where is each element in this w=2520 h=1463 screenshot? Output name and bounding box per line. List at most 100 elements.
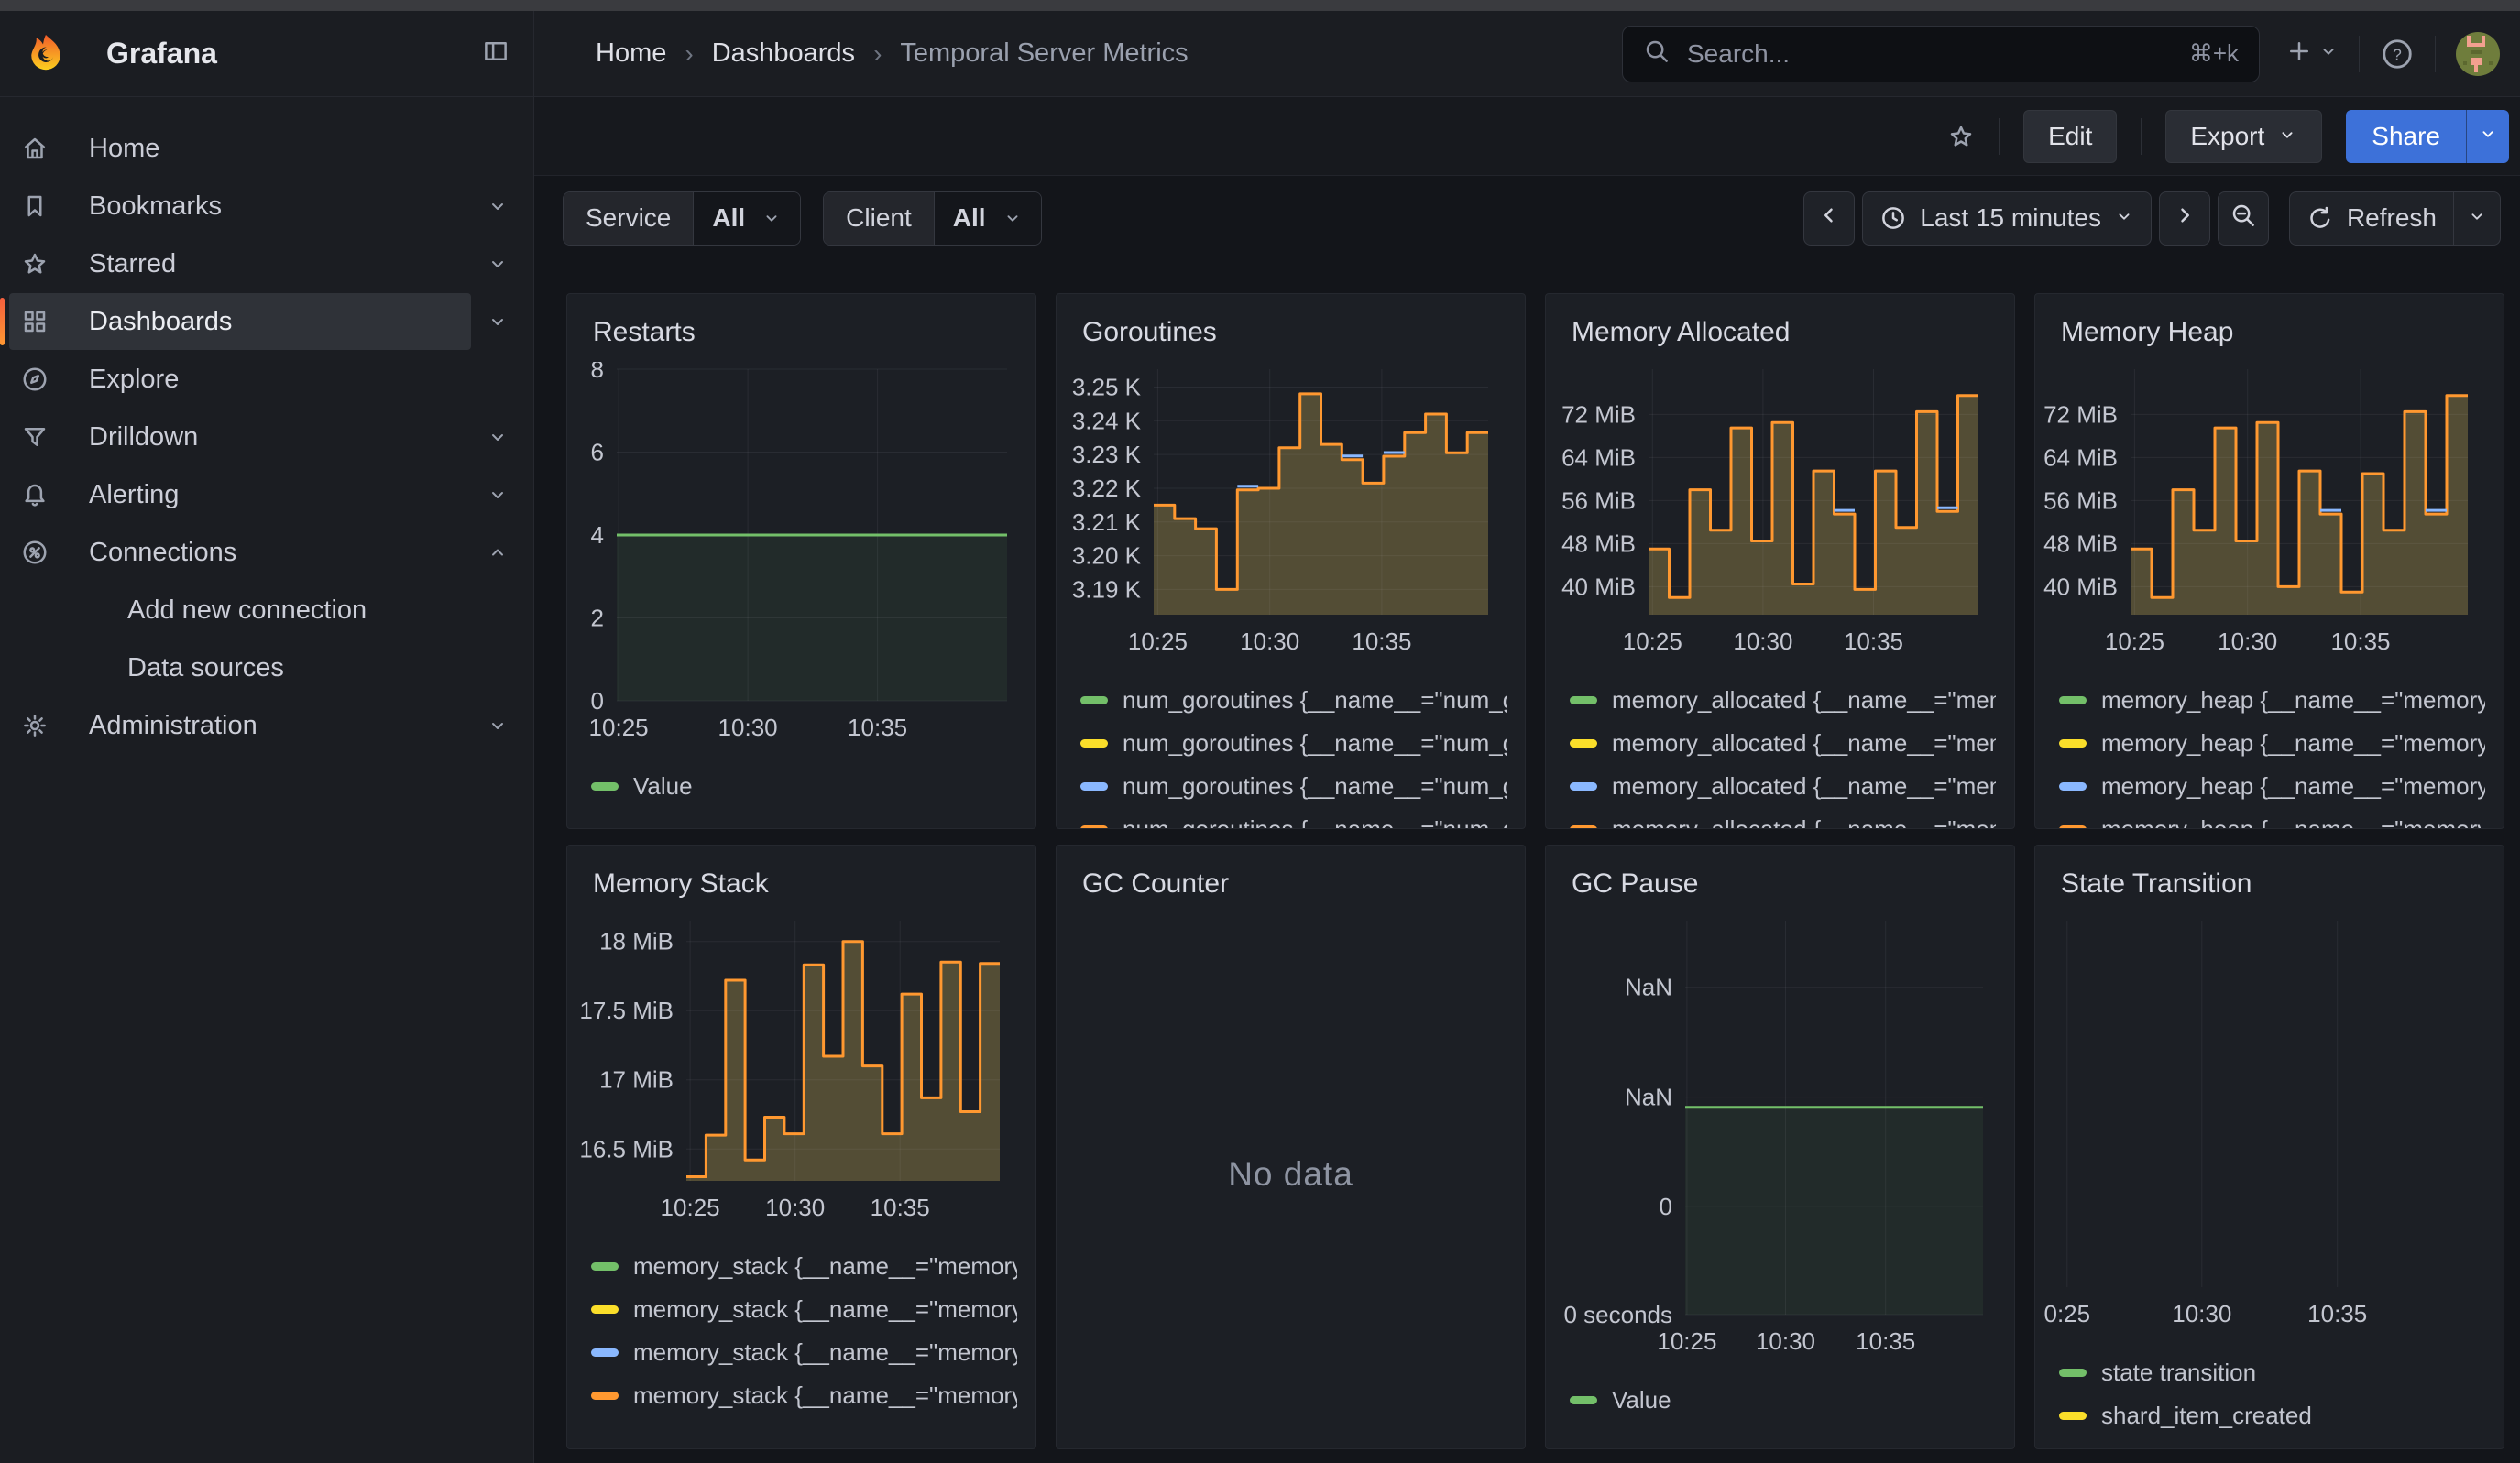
sidebar-item-data-sources[interactable]: Data sources	[9, 639, 471, 696]
legend-item[interactable]: memory_stack {__name__="memory_s	[591, 1374, 1017, 1417]
time-range-picker[interactable]: Last 15 minutes	[1862, 191, 2152, 246]
panel-legend: memory_heap {__name__="memory_hmemory_he…	[2035, 679, 2504, 829]
chart-canvas[interactable]: NaNNaN00 seconds10:2510:3010:35	[1546, 913, 2014, 1360]
chevron-left-icon	[1815, 202, 1843, 235]
sidebar-item-connections[interactable]: Connections	[9, 524, 471, 581]
chart-canvas[interactable]: 72 MiB64 MiB56 MiB48 MiB40 MiB10:2510:30…	[1546, 362, 2014, 661]
service-filter[interactable]: Service All	[563, 191, 801, 246]
sidebar-item-dashboards[interactable]: Dashboards	[9, 293, 471, 350]
sidebar-item-label: Dashboards	[89, 307, 232, 337]
share-button[interactable]: Share	[2346, 110, 2466, 163]
legend-item[interactable]: memory_heap {__name__="memory_h	[2059, 808, 2485, 829]
chevron-down-icon[interactable]	[487, 195, 509, 217]
breadcrumb-item[interactable]: Home	[596, 38, 666, 69]
legend-item[interactable]: Value	[1570, 1379, 1996, 1422]
grafana-logo-icon[interactable]	[24, 32, 68, 76]
legend-marker	[591, 1262, 619, 1271]
client-filter-value[interactable]: All	[935, 192, 1041, 245]
sidebar-item-home[interactable]: Home	[9, 120, 471, 177]
collapse-sidebar-icon[interactable]	[482, 38, 509, 70]
legend-label: memory_allocated {__name__="memo	[1612, 686, 1996, 715]
chevron-up-icon[interactable]	[487, 541, 509, 563]
panel-state-transition: State Transition 0:2510:3010:35 state tra…	[2034, 845, 2504, 1449]
legend-item[interactable]: memory_allocated {__name__="memo	[1570, 765, 1996, 808]
sidebar-item-label: Connections	[89, 538, 236, 568]
legend-marker	[591, 1348, 619, 1357]
sidebar-item-starred[interactable]: Starred	[9, 235, 471, 292]
apps-icon	[21, 307, 50, 336]
legend-item[interactable]: memory_heap {__name__="memory_h	[2059, 679, 2485, 722]
refresh-button[interactable]: Refresh	[2289, 191, 2453, 246]
panel-title[interactable]: Memory Allocated	[1546, 294, 2014, 362]
sidebar-item-label: Administration	[89, 711, 257, 741]
legend-item[interactable]: memory_allocated {__name__="memo	[1570, 679, 1996, 722]
share-menu-button[interactable]	[2466, 110, 2509, 163]
legend-item[interactable]: num_goroutines {__name__="num_go	[1080, 765, 1507, 808]
svg-text:56 MiB: 56 MiB	[2043, 486, 2118, 514]
sidebar-item-label: Home	[89, 134, 159, 164]
time-shift-back-button[interactable]	[1803, 191, 1855, 246]
chevron-down-icon[interactable]	[487, 311, 509, 333]
search-box[interactable]: ⌘+k	[1622, 26, 2260, 82]
legend-label: shard_item_created	[2101, 1402, 2312, 1430]
legend-item[interactable]: shard_item_created	[2059, 1394, 2485, 1437]
panel-gc-counter: GC Counter No data	[1056, 845, 1526, 1449]
chart-canvas[interactable]: 0:2510:3010:35	[2035, 913, 2504, 1333]
breadcrumb-item[interactable]: Dashboards	[712, 38, 855, 69]
refresh-interval-button[interactable]	[2453, 191, 2501, 246]
chart-canvas[interactable]: 3.25 K3.24 K3.23 K3.22 K3.21 K3.20 K3.19…	[1057, 362, 1525, 661]
chart-canvas[interactable]: 18 MiB17.5 MiB17 MiB16.5 MiB10:2510:3010…	[567, 913, 1035, 1227]
brand-name: Grafana	[106, 37, 217, 71]
sidebar-item-administration[interactable]: Administration	[9, 697, 471, 754]
edit-button[interactable]: Edit	[2023, 110, 2117, 163]
header-actions: ?	[2285, 32, 2500, 76]
legend-item[interactable]: memory_allocated {__name__="memo	[1570, 722, 1996, 765]
avatar[interactable]	[2456, 32, 2500, 76]
legend-item[interactable]: state transition	[2059, 1351, 2485, 1394]
chart-canvas[interactable]: 8642010:2510:3010:35	[567, 362, 1035, 747]
sidebar-item-add-new-connection[interactable]: Add new connection	[9, 582, 471, 639]
panel-title[interactable]: Memory Stack	[567, 846, 1035, 913]
panel-title[interactable]: State Transition	[2035, 846, 2504, 913]
legend-item[interactable]: memory_stack {__name__="memory_s	[591, 1245, 1017, 1288]
export-button[interactable]: Export	[2165, 110, 2322, 163]
client-filter[interactable]: Client All	[823, 191, 1041, 246]
chevron-down-icon[interactable]	[487, 426, 509, 448]
svg-text:18 MiB: 18 MiB	[599, 928, 674, 955]
svg-text:10:25: 10:25	[1657, 1327, 1716, 1355]
legend-item[interactable]: memory_heap {__name__="memory_h	[2059, 722, 2485, 765]
sidebar-item-bookmarks[interactable]: Bookmarks	[9, 178, 471, 235]
legend-item[interactable]: memory_heap {__name__="memory_h	[2059, 765, 2485, 808]
time-shift-forward-button[interactable]	[2159, 191, 2210, 246]
svg-text:64 MiB: 64 MiB	[1561, 443, 1636, 471]
sidebar-item-alerting[interactable]: Alerting	[9, 466, 471, 523]
search-input[interactable]	[1685, 38, 2175, 70]
chart-canvas[interactable]: 72 MiB64 MiB56 MiB48 MiB40 MiB10:2510:30…	[2035, 362, 2504, 661]
panel-title[interactable]: Restarts	[567, 294, 1035, 362]
legend-item[interactable]: memory_allocated {__name__="memo	[1570, 808, 1996, 829]
favorite-star-icon[interactable]	[1947, 123, 1975, 150]
legend-item[interactable]: memory_stack {__name__="memory_s	[591, 1288, 1017, 1331]
legend-item[interactable]: num_goroutines {__name__="num_go	[1080, 679, 1507, 722]
help-icon[interactable]: ?	[2380, 37, 2415, 71]
legend-item[interactable]: num_goroutines {__name__="num_go	[1080, 722, 1507, 765]
legend-item[interactable]: num_goroutines {__name__="num_go	[1080, 808, 1507, 829]
panel-legend: num_goroutines {__name__="num_gonum_goro…	[1057, 679, 1525, 829]
panel-title[interactable]: Memory Heap	[2035, 294, 2504, 362]
panel-title[interactable]: GC Pause	[1546, 846, 2014, 913]
sidebar-item-drilldown[interactable]: Drilldown	[9, 409, 471, 465]
sidebar-item-explore[interactable]: Explore	[9, 351, 471, 408]
panel-title[interactable]: Goroutines	[1057, 294, 1525, 362]
legend-item[interactable]: Value	[591, 765, 1017, 808]
chevron-down-icon	[2114, 203, 2134, 233]
bookmark-icon	[21, 191, 50, 221]
zoom-out-button[interactable]	[2218, 191, 2269, 246]
chevron-down-icon[interactable]	[487, 715, 509, 737]
service-filter-value[interactable]: All	[694, 192, 800, 245]
star-icon	[21, 249, 50, 278]
zoom-out-icon	[2230, 202, 2257, 235]
chevron-down-icon[interactable]	[487, 484, 509, 506]
add-button[interactable]	[2285, 38, 2339, 70]
chevron-down-icon[interactable]	[487, 253, 509, 275]
legend-item[interactable]: memory_stack {__name__="memory_s	[591, 1331, 1017, 1374]
